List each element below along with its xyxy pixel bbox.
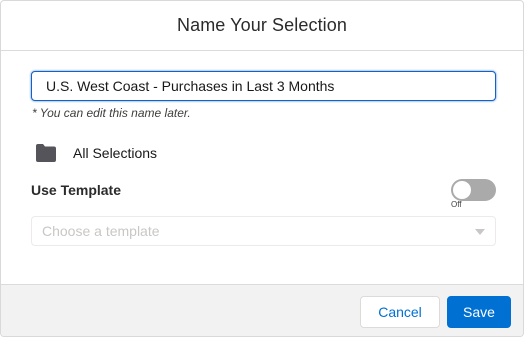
selection-name-input[interactable] (31, 71, 496, 101)
modal-footer: Cancel Save (1, 284, 523, 336)
use-template-label: Use Template (31, 182, 121, 198)
modal-title: Name Your Selection (176, 15, 347, 35)
name-selection-modal: Name Your Selection * You can edit this … (0, 0, 524, 337)
use-template-toggle[interactable] (451, 179, 496, 201)
toggle-knob (453, 181, 471, 199)
template-select[interactable]: Choose a template (31, 216, 496, 246)
save-button[interactable]: Save (447, 296, 511, 328)
folder-icon (35, 143, 57, 163)
template-placeholder: Choose a template (42, 223, 160, 239)
toggle-state-label: Off (451, 200, 462, 209)
cancel-button[interactable]: Cancel (360, 296, 440, 328)
folder-row[interactable]: All Selections (35, 141, 157, 165)
name-hint: * You can edit this name later. (32, 106, 191, 120)
modal-header: Name Your Selection (1, 1, 523, 51)
folder-label: All Selections (73, 145, 158, 161)
chevron-down-icon (475, 222, 485, 240)
